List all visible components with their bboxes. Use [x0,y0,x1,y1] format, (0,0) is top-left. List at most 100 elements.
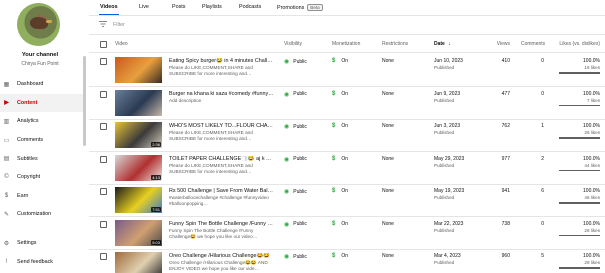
sidebar-item-earn[interactable]: $ Earn [0,187,84,206]
video-thumbnail[interactable] [115,57,162,83]
filter-icon[interactable] [99,21,107,29]
sidebar-item-copyright[interactable]: © Copyright [0,168,84,187]
video-description: Oreo Challenge /Hilarious Challenge😂😂 AN… [169,260,268,272]
table-row[interactable]: 4:13 TOILET PAPER CHALLENGE🧻😂 aj k ch… Ple… [89,152,605,185]
table-row[interactable]: 5:03 Funny Spin The Bottle Challenge /Fun… [89,217,605,250]
visibility-value: Public [293,58,307,65]
visibility-cell[interactable]: ◉ Public [284,123,307,131]
row-checkbox[interactable] [100,155,107,163]
tab-podcasts[interactable]: Podcasts [239,4,261,10]
video-duration: 2:36 [151,142,161,147]
video-title[interactable]: Burger na khana ki saza #comedy #funny … [169,91,274,97]
select-all-checkbox[interactable] [100,41,107,48]
comments-cell: 6 [541,188,544,194]
tab-label: Videos [100,4,118,10]
row-checkbox[interactable] [100,90,107,98]
table-row[interactable]: Oreo Challenge /Hilarious Challenge😂😂 Ore… [89,249,605,273]
tab-videos[interactable]: Videos [100,4,118,10]
sidebar-item-customization[interactable]: ✎ Customization [0,205,84,224]
video-thumbnail[interactable]: 2:36 [115,122,162,148]
video-thumbnail[interactable]: 5:03 [115,219,162,246]
header-views[interactable]: Views [488,41,510,47]
bird-image [30,17,48,29]
eye-icon: ◉ [284,254,290,260]
sidebar-item-label: Settings [17,240,37,247]
row-checkbox[interactable] [100,253,107,260]
video-title[interactable]: TOILET PAPER CHALLENGE🧻😂 aj k ch… [169,156,274,162]
header-visibility[interactable]: Visibility [284,41,302,47]
likes-bar [559,169,600,171]
header-monetization[interactable]: Monetization [332,41,360,47]
sidebar-item-analytics[interactable]: ▥ Analytics [0,112,84,131]
video-title[interactable]: Rs 500 Challenge | Save From Water Ballo… [169,188,274,194]
sidebar-item-send-feedback[interactable]: ! Send feedback [0,253,84,272]
bird-beak [46,20,52,23]
restrictions-cell: None [382,155,394,162]
row-checkbox[interactable] [100,123,107,130]
row-checkbox[interactable] [100,220,107,228]
video-thumbnail[interactable] [115,252,162,273]
tab-promotions[interactable]: Promotions Beta [277,4,323,11]
restrictions-cell: None [382,58,394,64]
monetization-cell[interactable]: $ On [332,253,348,259]
dollar-icon: $ [332,253,336,259]
video-title[interactable]: Eating Spicy burger😂 in 4 minutes Challe… [169,58,274,64]
status-cell: Published [434,65,455,70]
header-restrictions[interactable]: Restrictions [382,41,408,47]
monetization-cell[interactable]: $ On [332,58,348,64]
visibility-cell[interactable]: ◉ Public [284,91,307,98]
video-thumbnail[interactable]: 4:13 [115,154,162,181]
likes-bar-fill [559,202,600,204]
visibility-cell[interactable]: ◉ Public [284,188,307,196]
monetization-cell[interactable]: $ On [332,156,348,162]
monetization-cell[interactable]: $ On [332,123,348,129]
row-checkbox[interactable] [100,188,107,195]
tab-label: Promotions [277,5,305,11]
header-likes[interactable]: Likes (vs. dislikes) [555,41,600,47]
content-icon: ▶ [4,100,9,107]
video-title[interactable]: WHO'S MOST LIKELY TO...FLOUR CHALL… [169,123,274,129]
tab-playlists[interactable]: Playlists [202,4,222,10]
views-cell: 738 [501,220,510,227]
table-row[interactable]: 7:51 Rs 500 Challenge | Save From Water B… [89,184,605,217]
tab-label: Playlists [202,4,222,10]
visibility-cell[interactable]: ◉ Public [284,221,307,228]
table-row[interactable]: 2:36 WHO'S MOST LIKELY TO...FLOUR CHALL… P… [89,119,605,152]
likes-count: 44 likes [584,162,600,168]
monetization-cell[interactable]: $ On [332,221,348,227]
status-cell: Published [434,162,455,168]
sidebar-item-dashboard[interactable]: ▦ Dashboard [0,75,84,94]
content-tabs: Videos Live Posts Playlists Podcasts Promotio… [89,0,605,14]
video-thumbnail[interactable]: 7:51 [115,187,162,213]
sidebar-item-comments[interactable]: ▭ Comments [0,131,84,150]
monetization-value: On [341,58,349,64]
sidebar-scrollbar[interactable] [83,56,86,146]
sidebar-item-content[interactable]: ▶ Content [0,93,84,113]
video-title[interactable]: Oreo Challenge /Hilarious Challenge😂😂 [169,253,274,259]
visibility-cell[interactable]: ◉ Public [284,253,307,261]
likes-bar [559,234,600,236]
monetization-cell[interactable]: $ On [332,91,348,97]
sidebar-item-subtitles[interactable]: ▤ Subtitles [0,149,84,168]
filter-bar[interactable]: Filter [99,21,125,29]
likes-percent: 100.0% [583,220,600,227]
likes-bar-fill [559,267,600,269]
date-cell: May 29, 2023 [434,155,465,162]
monetization-cell[interactable]: $ On [332,188,348,194]
visibility-cell[interactable]: ◉ Public [284,156,307,163]
row-checkbox[interactable] [100,58,107,65]
header-comments[interactable]: Comments [521,41,545,47]
header-date[interactable]: Date ↓ [434,41,451,47]
visibility-value: Public [293,91,307,97]
tab-live[interactable]: Live [139,4,149,10]
table-row[interactable]: Eating Spicy burger😂 in 4 minutes Challe… [89,54,605,87]
video-title[interactable]: Funny Spin The Bottle Challenge /Funny C… [169,221,274,227]
channel-avatar[interactable] [17,3,60,46]
table-row[interactable]: Burger na khana ki saza #comedy #funny …… [89,87,605,120]
eye-icon: ◉ [284,156,290,163]
monetization-value: On [341,253,349,259]
tab-posts[interactable]: Posts [172,4,185,10]
video-thumbnail[interactable] [115,89,162,116]
sidebar-item-settings[interactable]: ⚙ Settings [0,234,84,253]
visibility-cell[interactable]: ◉ Public [284,58,307,66]
